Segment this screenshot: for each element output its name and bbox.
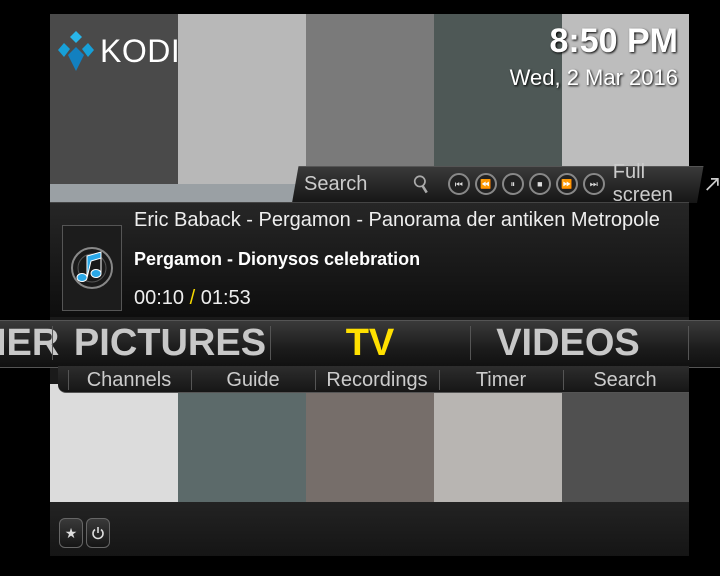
kodi-logo-icon bbox=[58, 31, 94, 71]
clock: 8:50 PM Wed, 2 Mar 2016 bbox=[510, 22, 678, 91]
submenu-item-channels[interactable]: Channels bbox=[68, 366, 190, 394]
menu-item-tv[interactable]: TV bbox=[272, 321, 468, 365]
stop-icon[interactable]: ■ bbox=[528, 173, 551, 195]
search-button[interactable]: Search bbox=[304, 173, 367, 196]
control-strip-content: Search ⏮ ⏪ ⏸ ■ ⏩ ⏭ Full screen bbox=[300, 161, 720, 206]
search-icon[interactable] bbox=[413, 173, 429, 195]
clock-date: Wed, 2 Mar 2016 bbox=[509, 65, 678, 90]
bg-bar bbox=[562, 384, 689, 502]
menu-item-pictures[interactable]: PICTURES bbox=[72, 321, 268, 365]
time-separator: / bbox=[189, 287, 196, 309]
clock-time: 8:50 PM bbox=[549, 22, 679, 60]
music-note-icon bbox=[71, 247, 113, 289]
submenu-item-recordings[interactable]: Recordings bbox=[316, 366, 438, 394]
album-art[interactable] bbox=[62, 225, 122, 311]
kodi-logo: KODI bbox=[58, 28, 180, 74]
bg-bar bbox=[178, 384, 306, 502]
bg-bar bbox=[178, 14, 306, 204]
elapsed-time: 00:10 bbox=[134, 287, 185, 309]
logo-text: KODI bbox=[100, 32, 181, 69]
now-playing-track: Pergamon - Dionysos celebration bbox=[134, 249, 421, 269]
bottom-panel bbox=[50, 502, 689, 556]
bg-bar bbox=[50, 384, 178, 502]
pause-icon[interactable]: ⏸ bbox=[501, 173, 524, 195]
favourites-icon: ★ bbox=[64, 524, 78, 541]
media-controls: ⏮ ⏪ ⏸ ■ ⏩ ⏭ bbox=[443, 173, 605, 195]
submenu-item-guide[interactable]: Guide bbox=[192, 366, 314, 394]
power-button[interactable] bbox=[86, 518, 110, 548]
menu-item-music[interactable]: IER bbox=[0, 321, 59, 365]
submenu-item-search[interactable]: Search bbox=[564, 366, 686, 394]
fullscreen-icon[interactable] bbox=[705, 175, 720, 193]
rewind-icon[interactable]: ⏪ bbox=[474, 173, 497, 195]
now-playing-panel: Eric Baback - Pergamon - Panorama der an… bbox=[50, 202, 689, 317]
skip-forward-icon[interactable]: ⏭ bbox=[582, 173, 605, 195]
menu-divider bbox=[270, 326, 271, 360]
bg-bar bbox=[306, 384, 434, 502]
fullscreen-button[interactable]: Full screen bbox=[613, 161, 697, 207]
bg-bar bbox=[434, 384, 562, 502]
total-duration: 01:53 bbox=[200, 287, 251, 309]
menu-item-videos[interactable]: VIDEOS bbox=[470, 321, 666, 365]
now-playing-title: Eric Baback - Pergamon - Panorama der an… bbox=[134, 209, 660, 231]
favourites-button[interactable]: ★ bbox=[59, 518, 83, 548]
menu-divider bbox=[52, 326, 53, 360]
menu-divider bbox=[688, 326, 689, 360]
skip-back-icon[interactable]: ⏮ bbox=[447, 173, 470, 195]
fast-forward-icon[interactable]: ⏩ bbox=[555, 173, 578, 195]
power-icon bbox=[92, 527, 104, 540]
now-playing-time: 00:10 / 01:53 bbox=[134, 287, 251, 310]
submenu-item-timer[interactable]: Timer bbox=[440, 366, 562, 394]
